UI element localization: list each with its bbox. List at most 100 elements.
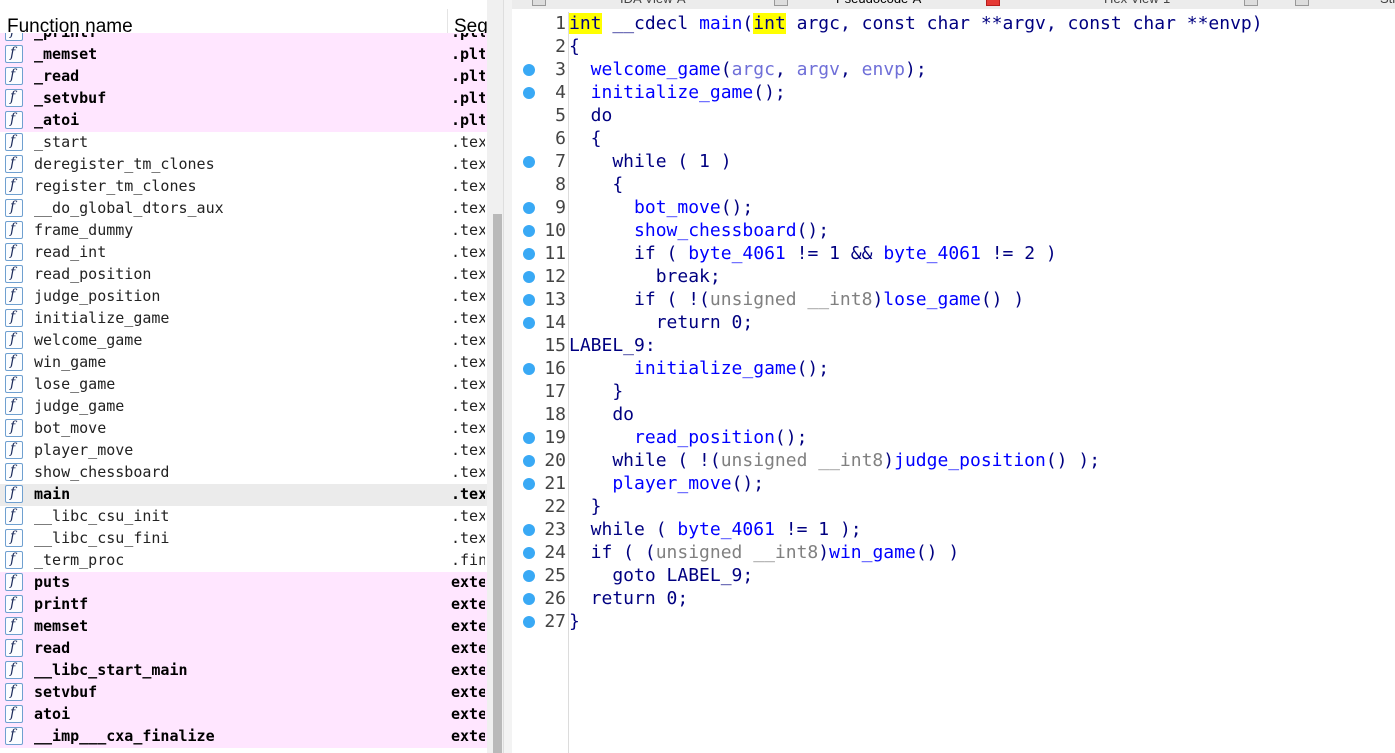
tab-ida-view-a[interactable]: IDA View-A — [620, 0, 686, 6]
code-identifier[interactable]: lose_game — [883, 289, 981, 310]
function-row[interactable]: f read_int .text — [0, 242, 487, 264]
code-line[interactable]: 1 int __cdecl main(int argc, const char *… — [512, 12, 1395, 35]
function-row[interactable]: f atoi extern — [0, 704, 487, 726]
function-row[interactable]: f deregister_tm_clones .text — [0, 154, 487, 176]
code-identifier[interactable]: initialize_game — [569, 358, 797, 379]
breakpoint-dot-icon[interactable] — [523, 363, 535, 375]
code-line[interactable]: 3 welcome_game(argc, argv, envp); — [512, 58, 1395, 81]
code-identifier[interactable]: read_position — [569, 427, 775, 448]
code-line[interactable]: 6 { — [512, 127, 1395, 150]
code-line[interactable]: 7 while ( 1 ) — [512, 150, 1395, 173]
tab-structures[interactable]: Structures — [1380, 0, 1395, 6]
function-row[interactable]: f __do_global_dtors_aux .text — [0, 198, 487, 220]
code-line[interactable]: 25 goto LABEL_9; — [512, 564, 1395, 587]
breakpoint-dot-icon[interactable] — [523, 432, 535, 444]
breakpoint-dot-icon[interactable] — [523, 271, 535, 283]
code-line[interactable]: 23 while ( byte_4061 != 1 ); — [512, 518, 1395, 541]
pseudocode-view[interactable]: 1 int __cdecl main(int argc, const char *… — [512, 12, 1395, 753]
breakpoint-dot-icon[interactable] — [523, 547, 535, 559]
code-identifier[interactable]: player_move — [569, 473, 731, 494]
function-row[interactable]: f _memset .plt — [0, 44, 487, 66]
breakpoint-dot-icon[interactable] — [523, 294, 535, 306]
code-line[interactable]: 17 } — [512, 380, 1395, 403]
code-line[interactable]: 4 initialize_game(); — [512, 81, 1395, 104]
function-row[interactable]: f __imp___cxa_finalize extern — [0, 726, 487, 748]
breakpoint-dot-icon[interactable] — [523, 616, 535, 628]
code-line[interactable]: 24 if ( (unsigned __int8)win_game() ) — [512, 541, 1395, 564]
function-row[interactable]: f __libc_start_main extern — [0, 660, 487, 682]
code-identifier[interactable]: judge_position — [894, 450, 1046, 471]
function-row[interactable]: f win_game .text — [0, 352, 487, 374]
function-row[interactable]: f bot_move .text — [0, 418, 487, 440]
function-row[interactable]: f _start .text — [0, 132, 487, 154]
function-row[interactable]: f welcome_game .text — [0, 330, 487, 352]
breakpoint-dot-icon[interactable] — [523, 202, 535, 214]
breakpoint-dot-icon[interactable] — [523, 248, 535, 260]
tab-pseudocode-a[interactable]: Pseudocode-A — [836, 0, 921, 6]
code-identifier[interactable]: main — [699, 13, 742, 34]
code-line[interactable]: 27} — [512, 610, 1395, 633]
function-row[interactable]: f player_move .text — [0, 440, 487, 462]
function-row[interactable]: f _term_proc .fini — [0, 550, 487, 572]
code-identifier[interactable]: show_chessboard — [569, 220, 797, 241]
code-line[interactable]: 12 break; — [512, 265, 1395, 288]
function-row[interactable]: f initialize_game .text — [0, 308, 487, 330]
code-line[interactable]: 10 show_chessboard(); — [512, 219, 1395, 242]
code-line[interactable]: 26 return 0; — [512, 587, 1395, 610]
function-row[interactable]: f read_position .text — [0, 264, 487, 286]
function-row[interactable]: f printf extern — [0, 594, 487, 616]
code-line[interactable]: 13 if ( !(unsigned __int8)lose_game() ) — [512, 288, 1395, 311]
code-line[interactable]: 20 while ( !(unsigned __int8)judge_posit… — [512, 449, 1395, 472]
tab-hex-view-1[interactable]: Hex View-1 — [1104, 0, 1170, 6]
function-row[interactable]: f lose_game .text — [0, 374, 487, 396]
code-identifier[interactable]: win_game — [829, 542, 916, 563]
code-line[interactable]: 2{ — [512, 35, 1395, 58]
breakpoint-dot-icon[interactable] — [523, 87, 535, 99]
breakpoint-dot-icon[interactable] — [523, 64, 535, 76]
function-row[interactable]: f frame_dummy .text — [0, 220, 487, 242]
function-row[interactable]: f puts extern — [0, 572, 487, 594]
code-token: while ( — [569, 519, 678, 540]
breakpoint-dot-icon[interactable] — [523, 570, 535, 582]
function-row[interactable]: f setvbuf extern — [0, 682, 487, 704]
code-identifier[interactable]: byte_4061 — [677, 519, 775, 540]
code-identifier[interactable]: welcome_game — [569, 59, 721, 80]
code-line[interactable]: 19 read_position(); — [512, 426, 1395, 449]
function-row[interactable]: f __libc_csu_fini .text — [0, 528, 487, 550]
breakpoint-dot-icon[interactable] — [523, 317, 535, 329]
code-line[interactable]: 16 initialize_game(); — [512, 357, 1395, 380]
function-row[interactable]: f show_chessboard .text — [0, 462, 487, 484]
code-line[interactable]: 14 return 0; — [512, 311, 1395, 334]
breakpoint-dot-icon[interactable] — [523, 524, 535, 536]
code-line[interactable]: 22 } — [512, 495, 1395, 518]
function-row[interactable]: f register_tm_clones .text — [0, 176, 487, 198]
code-line[interactable]: 11 if ( byte_4061 != 1 && byte_4061 != 2… — [512, 242, 1395, 265]
code-line[interactable]: 8 { — [512, 173, 1395, 196]
breakpoint-dot-icon[interactable] — [523, 225, 535, 237]
tab-close-icon[interactable] — [986, 0, 1000, 6]
function-row[interactable]: f judge_position .text — [0, 286, 487, 308]
code-line[interactable]: 9 bot_move(); — [512, 196, 1395, 219]
function-row[interactable]: f _read .plt — [0, 66, 487, 88]
code-identifier[interactable]: initialize_game — [569, 82, 754, 103]
code-line[interactable]: 18 do — [512, 403, 1395, 426]
function-row[interactable]: f judge_game .text — [0, 396, 487, 418]
scrollbar-thumb[interactable] — [493, 214, 502, 753]
code-line[interactable]: 5 do — [512, 104, 1395, 127]
code-identifier[interactable]: byte_4061 — [688, 243, 786, 264]
code-line[interactable]: 21 player_move(); — [512, 472, 1395, 495]
breakpoint-dot-icon[interactable] — [523, 156, 535, 168]
function-row[interactable]: f __libc_csu_init .text — [0, 506, 487, 528]
breakpoint-dot-icon[interactable] — [523, 593, 535, 605]
code-identifier[interactable]: byte_4061 — [883, 243, 981, 264]
function-row[interactable]: f memset extern — [0, 616, 487, 638]
function-row[interactable]: f _printf .plt — [0, 33, 487, 44]
breakpoint-dot-icon[interactable] — [523, 455, 535, 467]
function-row[interactable]: f main .text — [0, 484, 487, 506]
code-line[interactable]: 15 LABEL_9: — [512, 334, 1395, 357]
function-row[interactable]: f _setvbuf .plt — [0, 88, 487, 110]
function-row[interactable]: f _atoi .plt — [0, 110, 487, 132]
function-row[interactable]: f read extern — [0, 638, 487, 660]
breakpoint-dot-icon[interactable] — [523, 478, 535, 490]
code-identifier[interactable]: bot_move — [569, 197, 721, 218]
